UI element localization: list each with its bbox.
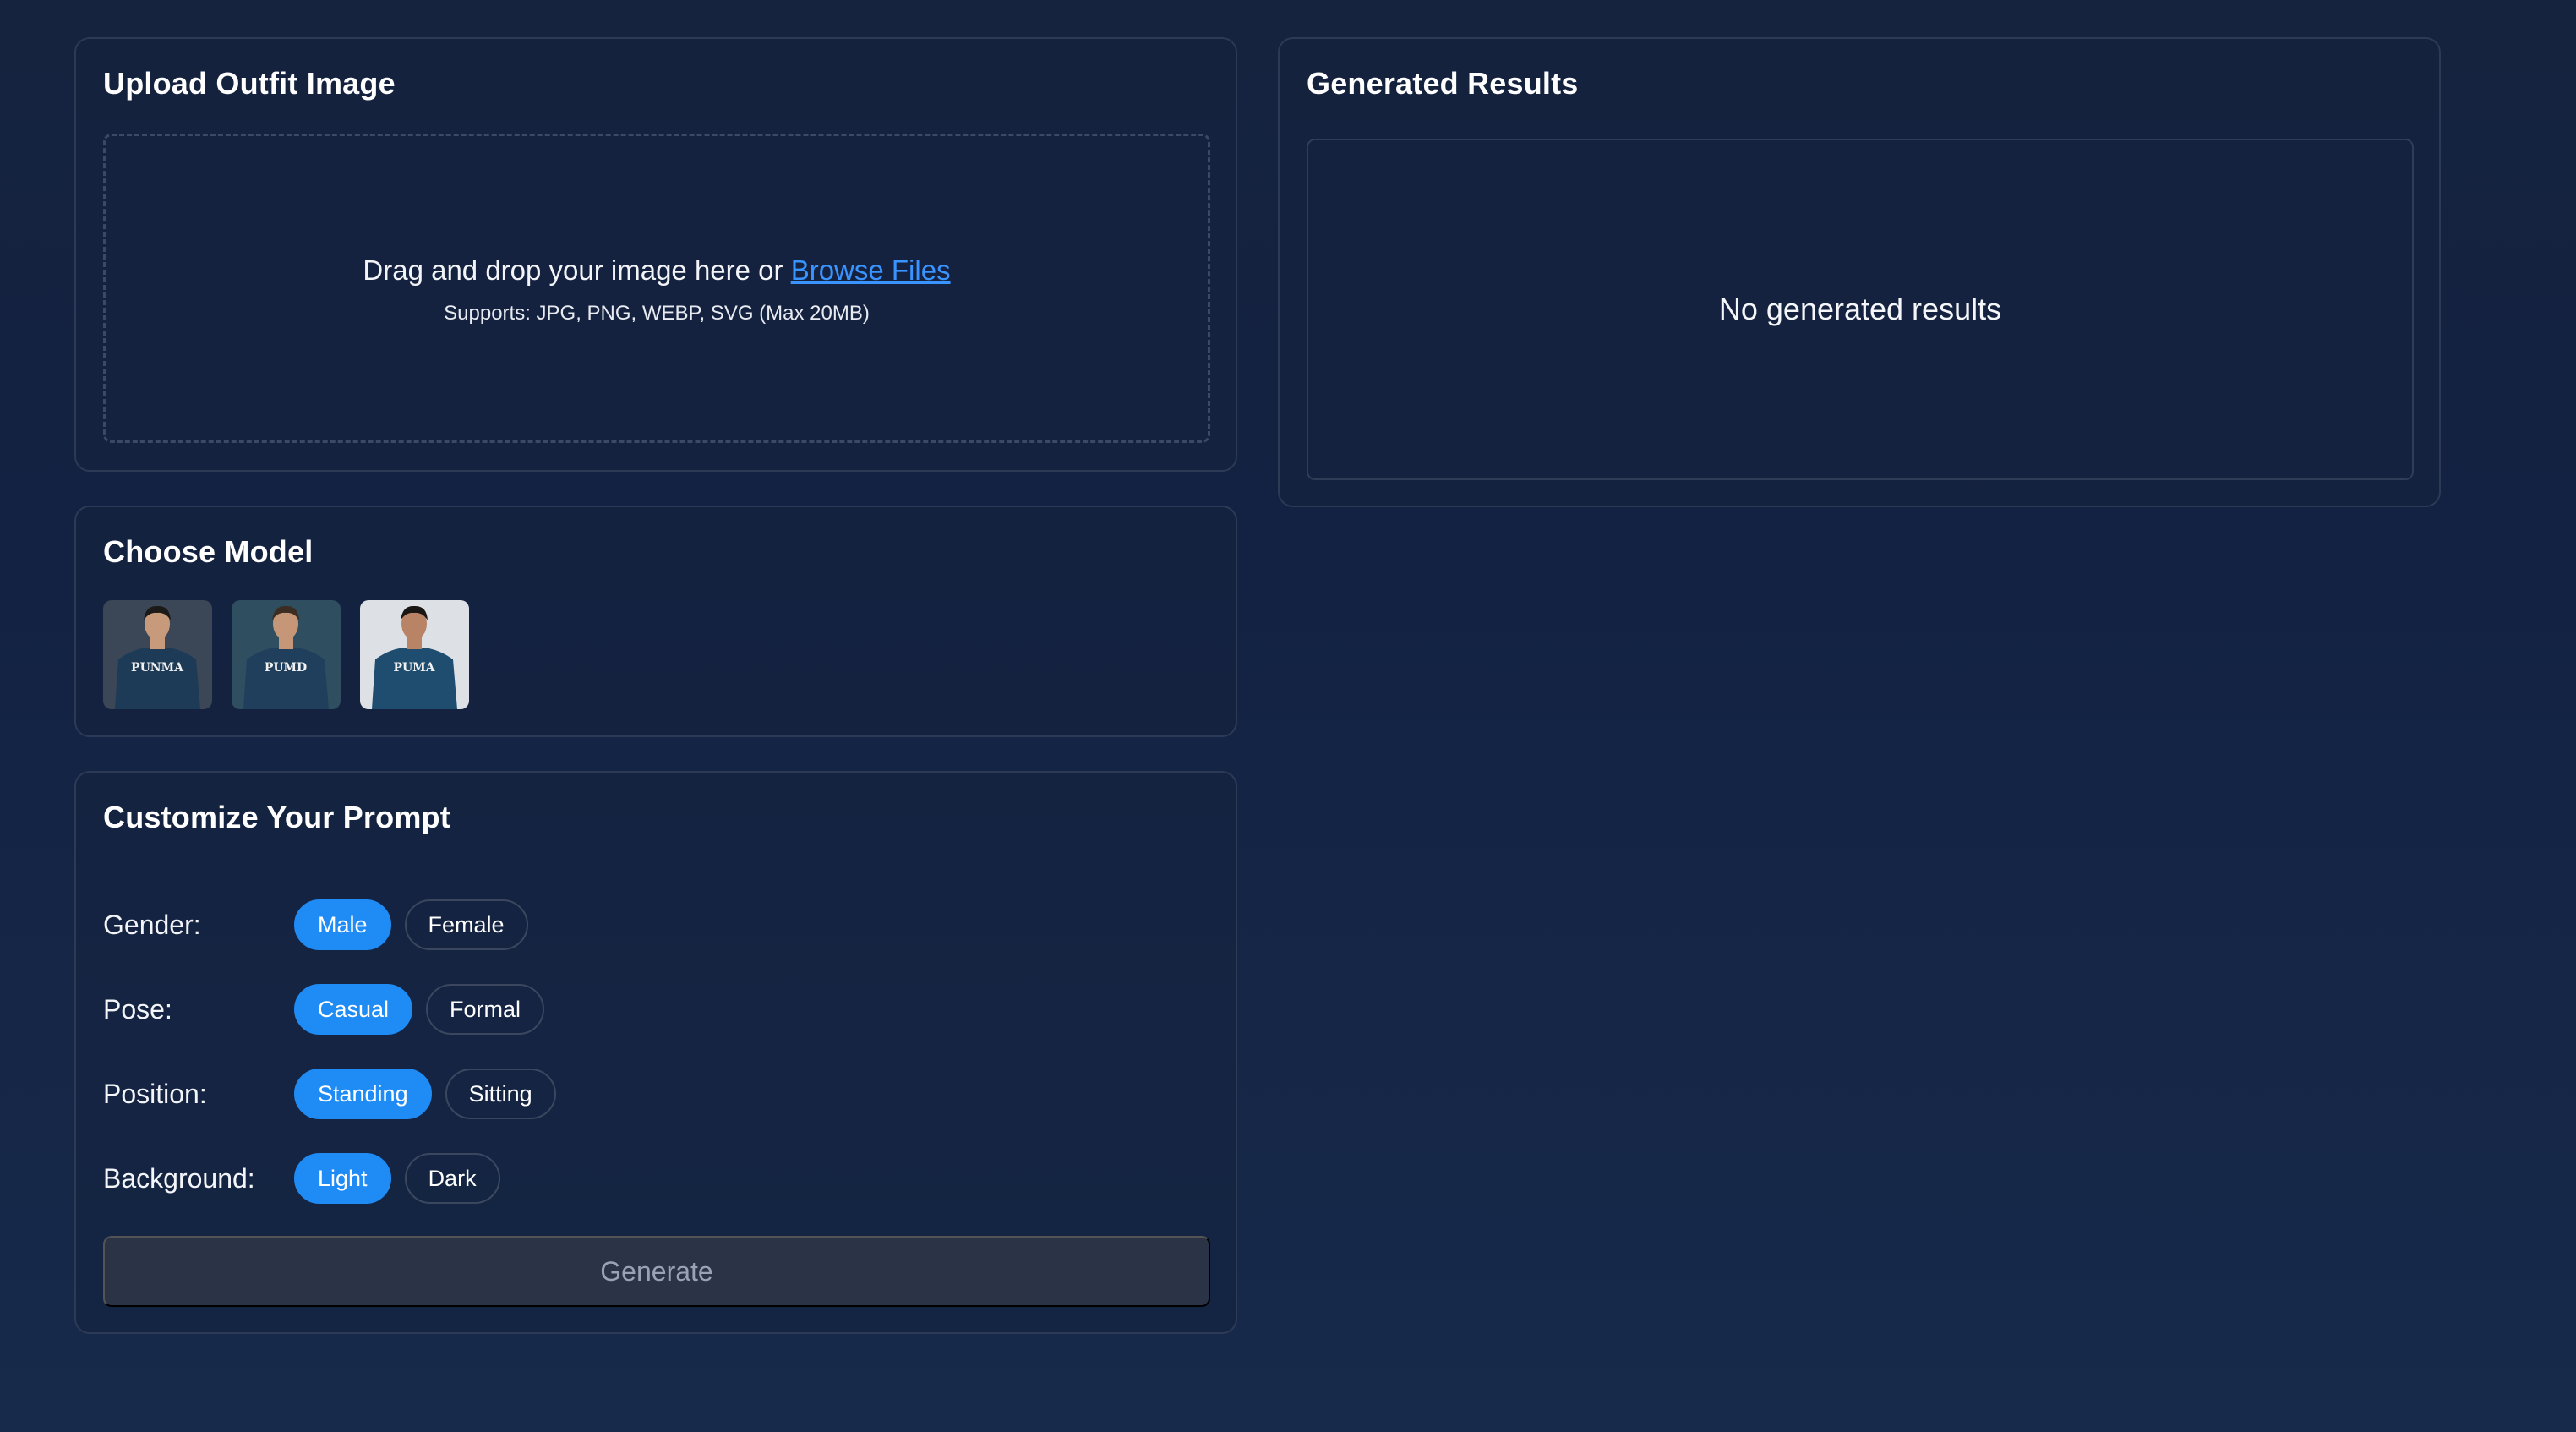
option-label: Pose: [103, 993, 172, 1025]
upload-panel: Upload Outfit Image Drag and drop your i… [74, 37, 1237, 472]
model-thumbnail[interactable]: PUNMA [103, 600, 212, 709]
browse-files-link[interactable]: Browse Files [791, 254, 951, 286]
dropzone-instructions: Drag and drop your image here or Browse … [106, 254, 1208, 287]
model-shirt [115, 647, 200, 709]
option-row: Position: Standing Sitting [103, 1069, 570, 1119]
choose-model-panel: Choose Model PUNMA PUMD PUMA [74, 506, 1237, 737]
option-row: Gender: Male Female [103, 899, 542, 950]
option-row: Pose: Casual Formal [103, 984, 558, 1035]
option-pill-male[interactable]: Male [294, 899, 391, 950]
option-pill-sitting[interactable]: Sitting [445, 1069, 556, 1119]
model-thumbnail[interactable]: PUMD [232, 600, 341, 709]
shirt-logo-text: PUMA [393, 661, 435, 675]
option-pill-standing[interactable]: Standing [294, 1069, 432, 1119]
supported-formats-text: Supports: JPG, PNG, WEBP, SVG (Max 20MB) [444, 302, 870, 325]
generated-results-panel: Generated Results No generated results [1278, 37, 2441, 507]
option-label: Position: [103, 1078, 207, 1109]
choose-model-title: Choose Model [103, 534, 314, 569]
model-shirt [243, 647, 329, 709]
model-photo: PUMA [360, 600, 469, 709]
option-pill-casual[interactable]: Casual [294, 984, 413, 1035]
customize-prompt-title: Customize Your Prompt [103, 800, 450, 834]
option-pill-formal[interactable]: Formal [426, 984, 545, 1035]
option-pill-female[interactable]: Female [404, 899, 528, 950]
upload-title: Upload Outfit Image [103, 66, 396, 101]
option-pill-light[interactable]: Light [294, 1153, 391, 1204]
drop-text: Drag and drop your image here or [363, 254, 791, 286]
image-dropzone[interactable]: Drag and drop your image here or Browse … [103, 134, 1210, 443]
shirt-logo-text: PUMD [265, 661, 307, 675]
option-label: Gender: [103, 909, 201, 940]
model-photo: PUMD [232, 600, 341, 709]
results-area: No generated results [1307, 139, 2414, 480]
customize-prompt-panel: Customize Your Prompt Gender: Male Female P… [74, 771, 1237, 1334]
option-label: Background: [103, 1162, 255, 1194]
model-shirt [372, 647, 457, 709]
option-pill-dark[interactable]: Dark [404, 1153, 500, 1204]
model-photo: PUNMA [103, 600, 212, 709]
option-row: Background: Light Dark [103, 1153, 514, 1204]
generated-results-title: Generated Results [1307, 66, 1579, 101]
model-thumbnails: PUNMA PUMD PUMA [103, 600, 469, 709]
empty-results-text: No generated results [1718, 292, 2002, 326]
generate-button[interactable]: Generate [103, 1236, 1210, 1307]
model-thumbnail[interactable]: PUMA [360, 600, 469, 709]
shirt-logo-text: PUNMA [131, 661, 184, 675]
